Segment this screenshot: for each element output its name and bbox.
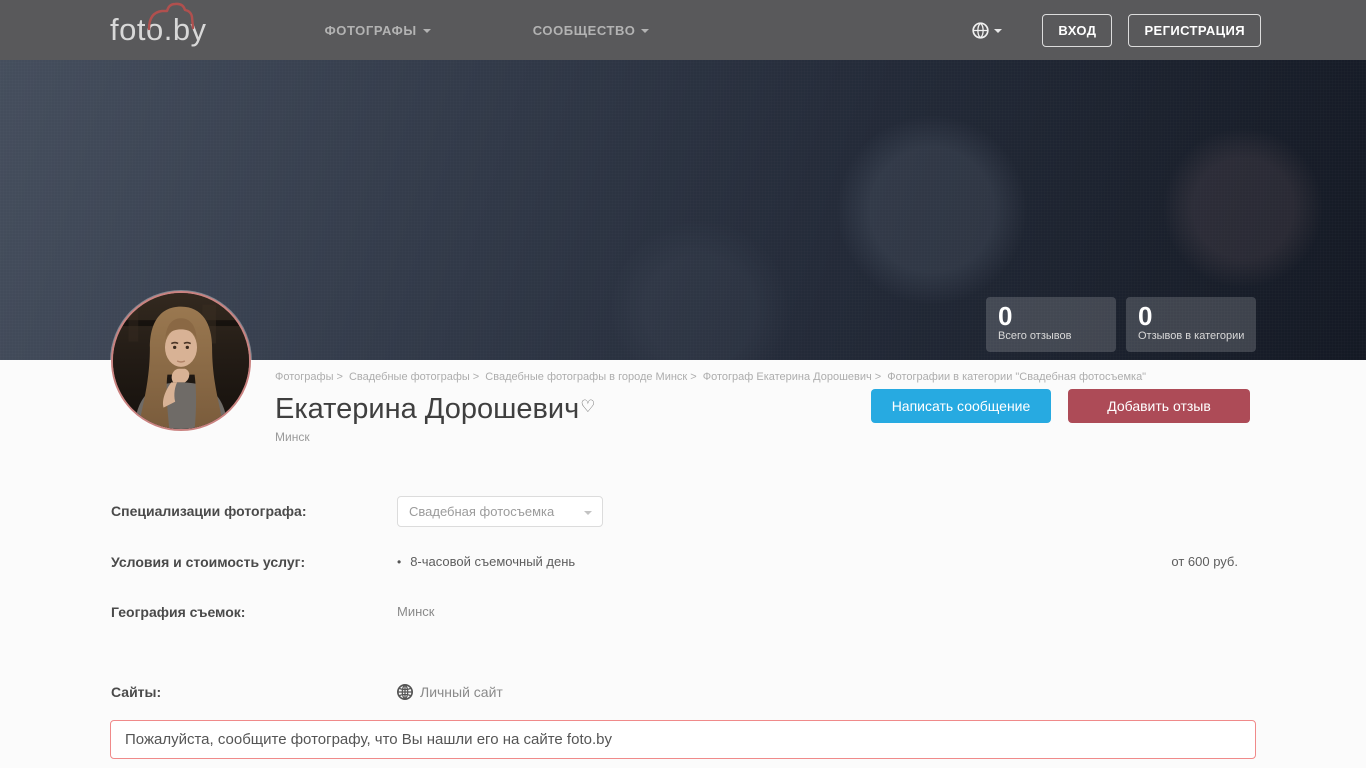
stat-label: Отзывов в категории	[1138, 330, 1245, 342]
send-message-button[interactable]: Написать сообщение	[871, 389, 1051, 423]
chevron-down-icon	[422, 29, 431, 33]
avatar-portrait	[113, 293, 249, 429]
stat-total-reviews: 0 Всего отзывов	[986, 297, 1116, 352]
favorite-heart-icon[interactable]: ♡	[580, 397, 595, 417]
breadcrumb-link[interactable]: Свадебные фотографы в городе Минск	[485, 371, 687, 383]
chevron-down-icon	[641, 29, 650, 33]
breadcrumb-link[interactable]: Свадебные фотографы	[349, 371, 470, 383]
bullet-icon: •	[397, 554, 402, 569]
breadcrumb-link[interactable]: Фотограф Екатерина Дорошевич	[703, 371, 872, 383]
sites-row: Сайты: Личный сайт	[111, 677, 1256, 700]
menu-item-label: СООБЩЕСТВО	[532, 22, 636, 38]
sites-label: Сайты:	[111, 684, 162, 700]
profile-actions: Написать сообщение Добавить отзыв	[871, 389, 1250, 423]
menu-item-label: ФОТОГРАФЫ	[324, 22, 417, 38]
breadcrumb-separator: >	[472, 371, 480, 383]
camera-outline-icon	[147, 2, 195, 31]
pricing-row: Условия и стоимость услуг: • 8-часовой с…	[111, 547, 1256, 570]
menu-item-community[interactable]: СООБЩЕСТВО	[533, 23, 650, 38]
pricing-item-price: от 600 руб.	[1171, 554, 1238, 569]
register-button[interactable]: РЕГИСТРАЦИЯ	[1128, 13, 1261, 47]
stat-value: 0	[1138, 301, 1153, 331]
add-review-button[interactable]: Добавить отзыв	[1068, 389, 1250, 423]
language-dropdown[interactable]	[972, 21, 1003, 39]
navbar-right: ВХОД РЕГИСТРАЦИЯ	[972, 13, 1261, 47]
stat-label: Всего отзывов	[998, 330, 1072, 342]
profile-city: Минск	[275, 430, 310, 444]
geography-row: География съемок: Минск	[111, 597, 1256, 620]
pricing-item: • 8-часовой съемочный день	[397, 554, 575, 569]
chevron-down-icon	[994, 29, 1003, 33]
site-logo[interactable]: foto.by	[110, 0, 207, 60]
profile-header: Фотографы > Свадебные фотографы > Свадебны…	[275, 370, 1256, 466]
breadcrumb-separator: >	[690, 371, 697, 383]
profile-main: Фотографы > Свадебные фотографы > Свадебны…	[110, 291, 1256, 700]
breadcrumb-link[interactable]: Фотографы	[275, 371, 333, 383]
breadcrumb-separator: >	[874, 371, 882, 383]
geography-value: Минск	[397, 604, 435, 619]
geography-label: География съемок:	[111, 604, 246, 620]
pricing-item-name: 8-часовой съемочный день	[410, 554, 576, 569]
top-navbar: foto.by ФОТОГРАФЫ СООБЩЕСТВО ВХОД РЕГИСТ…	[0, 0, 1366, 60]
notice-banner: Пожалуйста, сообщите фотографу, что Вы н…	[110, 720, 1256, 759]
login-button[interactable]: ВХОД	[1042, 13, 1113, 47]
specializations-label: Специализации фотографа:	[111, 503, 307, 519]
specializations-row: Специализации фотографа: Свадебная фотос…	[111, 496, 1256, 527]
chevron-down-icon	[584, 510, 592, 515]
review-stats: 0 Всего отзывов 0 Отзывов в категории	[986, 297, 1256, 352]
globe-icon	[397, 684, 413, 700]
notice-text: Пожалуйста, сообщите фотографу, что Вы н…	[125, 731, 612, 748]
globe-icon	[972, 21, 990, 39]
page-title: Екатерина Дорошевич	[275, 393, 580, 425]
breadcrumb-current: Фотографии в категории "Свадебная фотосъ…	[887, 371, 1147, 383]
personal-site-label: Личный сайт	[420, 684, 503, 700]
specialization-select[interactable]: Свадебная фотосъемка	[397, 496, 603, 527]
stat-category-reviews: 0 Отзывов в категории	[1126, 297, 1256, 352]
avatar[interactable]	[111, 291, 251, 431]
pricing-label: Условия и стоимость услуг:	[111, 554, 306, 570]
breadcrumb-separator: >	[336, 371, 343, 383]
stat-value: 0	[998, 301, 1013, 331]
selected-specialization: Свадебная фотосъемка	[409, 504, 555, 519]
main-menu: ФОТОГРАФЫ СООБЩЕСТВО	[325, 23, 650, 38]
breadcrumb: Фотографы > Свадебные фотографы > Свадебны…	[275, 370, 1256, 384]
menu-item-photographers[interactable]: ФОТОГРАФЫ	[325, 23, 431, 38]
profile-details: Специализации фотографа: Свадебная фотос…	[111, 496, 1256, 700]
personal-site-link[interactable]: Личный сайт	[397, 684, 503, 700]
